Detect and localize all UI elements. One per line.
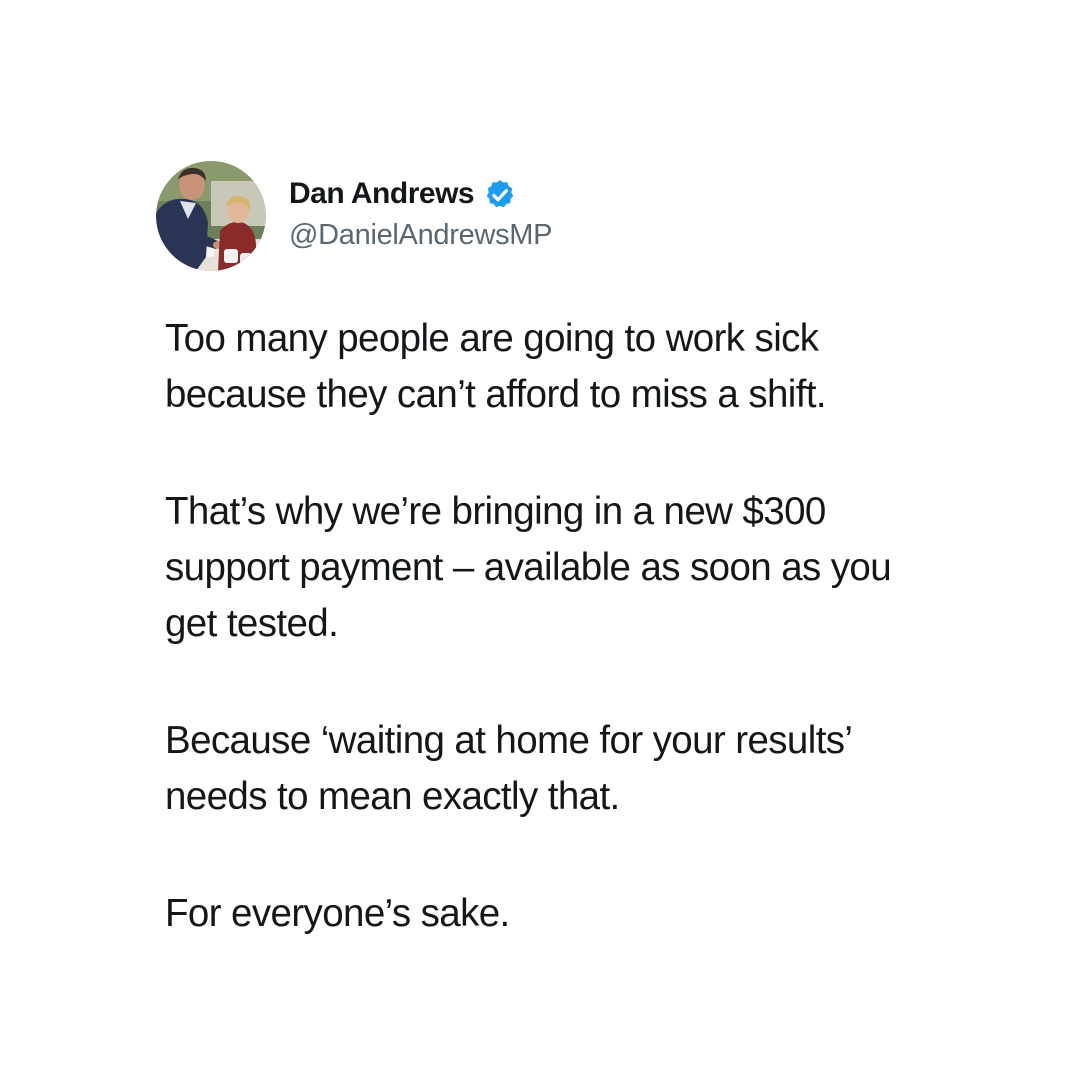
author-handle[interactable]: @DanielAndrewsMP	[289, 219, 552, 252]
tweet-line: For everyone’s sake.	[165, 892, 510, 935]
tweet-line: because they can’t afford to miss a shif…	[165, 373, 827, 416]
verified-badge-icon	[483, 178, 517, 212]
tweet-line: get tested.	[165, 602, 339, 645]
tweet-paragraph: Because ‘waiting at home for your result…	[165, 713, 995, 825]
tweet-line: Because ‘waiting at home for your result…	[165, 719, 853, 762]
tweet-text: Too many people are going to work sick b…	[165, 311, 995, 1003]
display-name[interactable]: Dan Andrews	[289, 177, 475, 211]
tweet-paragraph: For everyone’s sake.	[165, 886, 995, 942]
tweet-line: needs to mean exactly that.	[165, 775, 620, 818]
avatar[interactable]	[156, 161, 266, 271]
tweet-paragraph: Too many people are going to work sick b…	[165, 311, 995, 423]
author-name-row: Dan Andrews	[289, 174, 517, 214]
tweet-card: Dan Andrews @DanielAndrewsMP Too many pe…	[0, 0, 1080, 1080]
tweet-line: That’s why we’re bringing in a new $300	[165, 490, 826, 533]
profile-photo-icon	[156, 161, 266, 271]
tweet-paragraph: That’s why we’re bringing in a new $300 …	[165, 484, 995, 652]
tweet-line: support payment – available as soon as y…	[165, 546, 892, 589]
tweet-line: Too many people are going to work sick	[165, 317, 819, 360]
